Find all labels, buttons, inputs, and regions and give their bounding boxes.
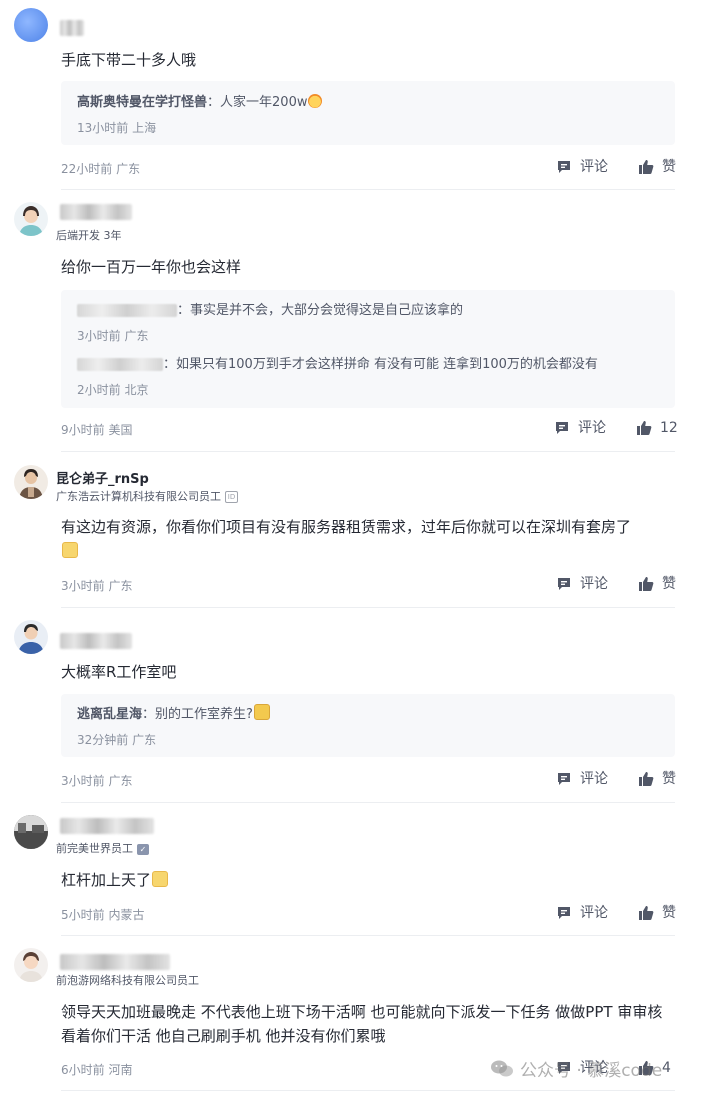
comment-icon bbox=[558, 773, 570, 785]
reply-box: 逃离乱星海：别的工作室养生? 32分钟前 广东 bbox=[61, 694, 675, 757]
comment-time: 22小时前 广东 bbox=[61, 162, 141, 176]
reply-time: 13小时前 上海 bbox=[77, 121, 157, 135]
avatar[interactable] bbox=[14, 620, 48, 654]
reply-text: 别的工作室养生? bbox=[155, 707, 253, 722]
divider bbox=[61, 451, 675, 452]
reply-username[interactable]: 高斯奥特曼在学打怪兽 bbox=[77, 95, 207, 110]
avatar[interactable] bbox=[14, 815, 48, 849]
comment-time: 9小时前 美国 bbox=[61, 423, 133, 437]
dog-emoji-icon bbox=[62, 542, 78, 558]
reply-time: 32分钟前 广东 bbox=[77, 733, 157, 747]
comment-icon bbox=[558, 907, 570, 919]
reply-box: ：事实是并不会，大部分会觉得这是自己应该拿的 3小时前 广东 ：如果只有100万… bbox=[61, 290, 675, 408]
thumbs-up-icon bbox=[639, 906, 654, 920]
id-badge-icon: ID bbox=[225, 491, 238, 503]
reply-item: 逃离乱星海：别的工作室养生? 32分钟前 广东 bbox=[77, 703, 659, 748]
comment-content: 大概率R工作室吧 bbox=[61, 663, 177, 681]
thumbs-up-icon bbox=[639, 772, 654, 786]
comment-footer: 3小时前 广东 评论 赞 bbox=[61, 576, 676, 593]
divider bbox=[61, 607, 675, 608]
username[interactable]: 昆仑弟子_rnSp bbox=[56, 468, 149, 487]
divider bbox=[61, 802, 675, 803]
user-title: 前完美世界员工 ✓ bbox=[56, 840, 149, 856]
comment-content: 手底下带二十多人哦 bbox=[61, 51, 197, 69]
comment-content: 有这边有资源，你看你们项目有没有服务器租赁需求，过年后你就可以在深圳有套房了 bbox=[61, 515, 675, 563]
comment-footer: 5小时前 内蒙古 评论 赞 bbox=[61, 905, 676, 922]
divider bbox=[61, 189, 675, 190]
watermark-text: 公众号 · 慕溪code bbox=[520, 1061, 663, 1081]
thumbs-up-icon bbox=[637, 421, 652, 435]
comment-icon bbox=[558, 161, 570, 173]
reply-time: 2小时前 北京 bbox=[77, 383, 149, 397]
username-blurred[interactable] bbox=[60, 954, 170, 970]
username-blurred[interactable] bbox=[60, 20, 84, 36]
comment-time: 3小时前 广东 bbox=[61, 774, 133, 788]
reply-text: 人家一年200w bbox=[220, 95, 308, 110]
avatar[interactable] bbox=[14, 948, 48, 982]
comment-icon bbox=[558, 578, 570, 590]
reply-username[interactable]: 逃离乱星海 bbox=[77, 707, 142, 722]
reply-username-blurred[interactable] bbox=[77, 358, 163, 371]
reply-item: ：事实是并不会，大部分会觉得这是自己应该拿的 3小时前 广东 bbox=[77, 299, 659, 344]
avatar[interactable] bbox=[14, 8, 48, 42]
wechat-icon bbox=[491, 1060, 513, 1077]
user-title: 前泡游网络科技有限公司员工 bbox=[56, 974, 199, 987]
avatar[interactable] bbox=[14, 465, 48, 499]
comment-time: 6小时前 河南 bbox=[61, 1063, 133, 1077]
comment-footer: 9小时前 美国 评论 12 bbox=[61, 420, 678, 437]
divider bbox=[61, 1090, 675, 1091]
reply-text: 如果只有100万到手才会这样拼命 有没有可能 连拿到100万的机会都没有 bbox=[176, 357, 598, 372]
user-title: 后端开发 3年 bbox=[56, 229, 122, 242]
username-blurred[interactable] bbox=[60, 633, 132, 649]
username-blurred[interactable] bbox=[60, 818, 154, 834]
verified-badge-icon: ✓ bbox=[137, 843, 149, 855]
comment-content: 给你一百万一年你也会这样 bbox=[61, 258, 242, 276]
comment-content: 领导天天加班最晚走 不代表他上班下场干活啊 也可能就向下派发一下任务 做做PPT… bbox=[61, 1003, 663, 1045]
comment-time: 5小时前 内蒙古 bbox=[61, 908, 145, 922]
dog-emoji-icon bbox=[152, 871, 169, 887]
comment-icon bbox=[556, 422, 568, 434]
reply-box: 高斯奥特曼在学打怪兽：人家一年200w 13小时前 上海 bbox=[61, 81, 675, 145]
grinning-emoji-icon bbox=[253, 704, 270, 720]
comment-footer: 22小时前 广东 评论 赞 bbox=[61, 159, 676, 176]
avatar[interactable] bbox=[14, 202, 48, 236]
username-blurred[interactable] bbox=[60, 204, 132, 220]
laughing-emoji-icon bbox=[308, 94, 323, 108]
reply-item: ：如果只有100万到手才会这样拼命 有没有可能 连拿到100万的机会都没有 2小… bbox=[77, 353, 659, 398]
comment-time: 3小时前 广东 bbox=[61, 579, 133, 593]
comment-footer: 3小时前 广东 评论 赞 bbox=[61, 771, 676, 788]
user-title: 广东浩云计算机科技有限公司员工 ID bbox=[56, 488, 238, 504]
reply-username-blurred[interactable] bbox=[77, 304, 177, 317]
divider bbox=[61, 935, 675, 936]
thumbs-up-icon bbox=[639, 577, 654, 591]
thumbs-up-icon bbox=[639, 160, 654, 174]
reply-item: 高斯奥特曼在学打怪兽：人家一年200w 13小时前 上海 bbox=[77, 91, 659, 136]
reply-text: 事实是并不会，大部分会觉得这是自己应该拿的 bbox=[190, 303, 464, 318]
comment-content: 杠杆加上天了 bbox=[61, 868, 675, 892]
reply-time: 3小时前 广东 bbox=[77, 329, 149, 343]
